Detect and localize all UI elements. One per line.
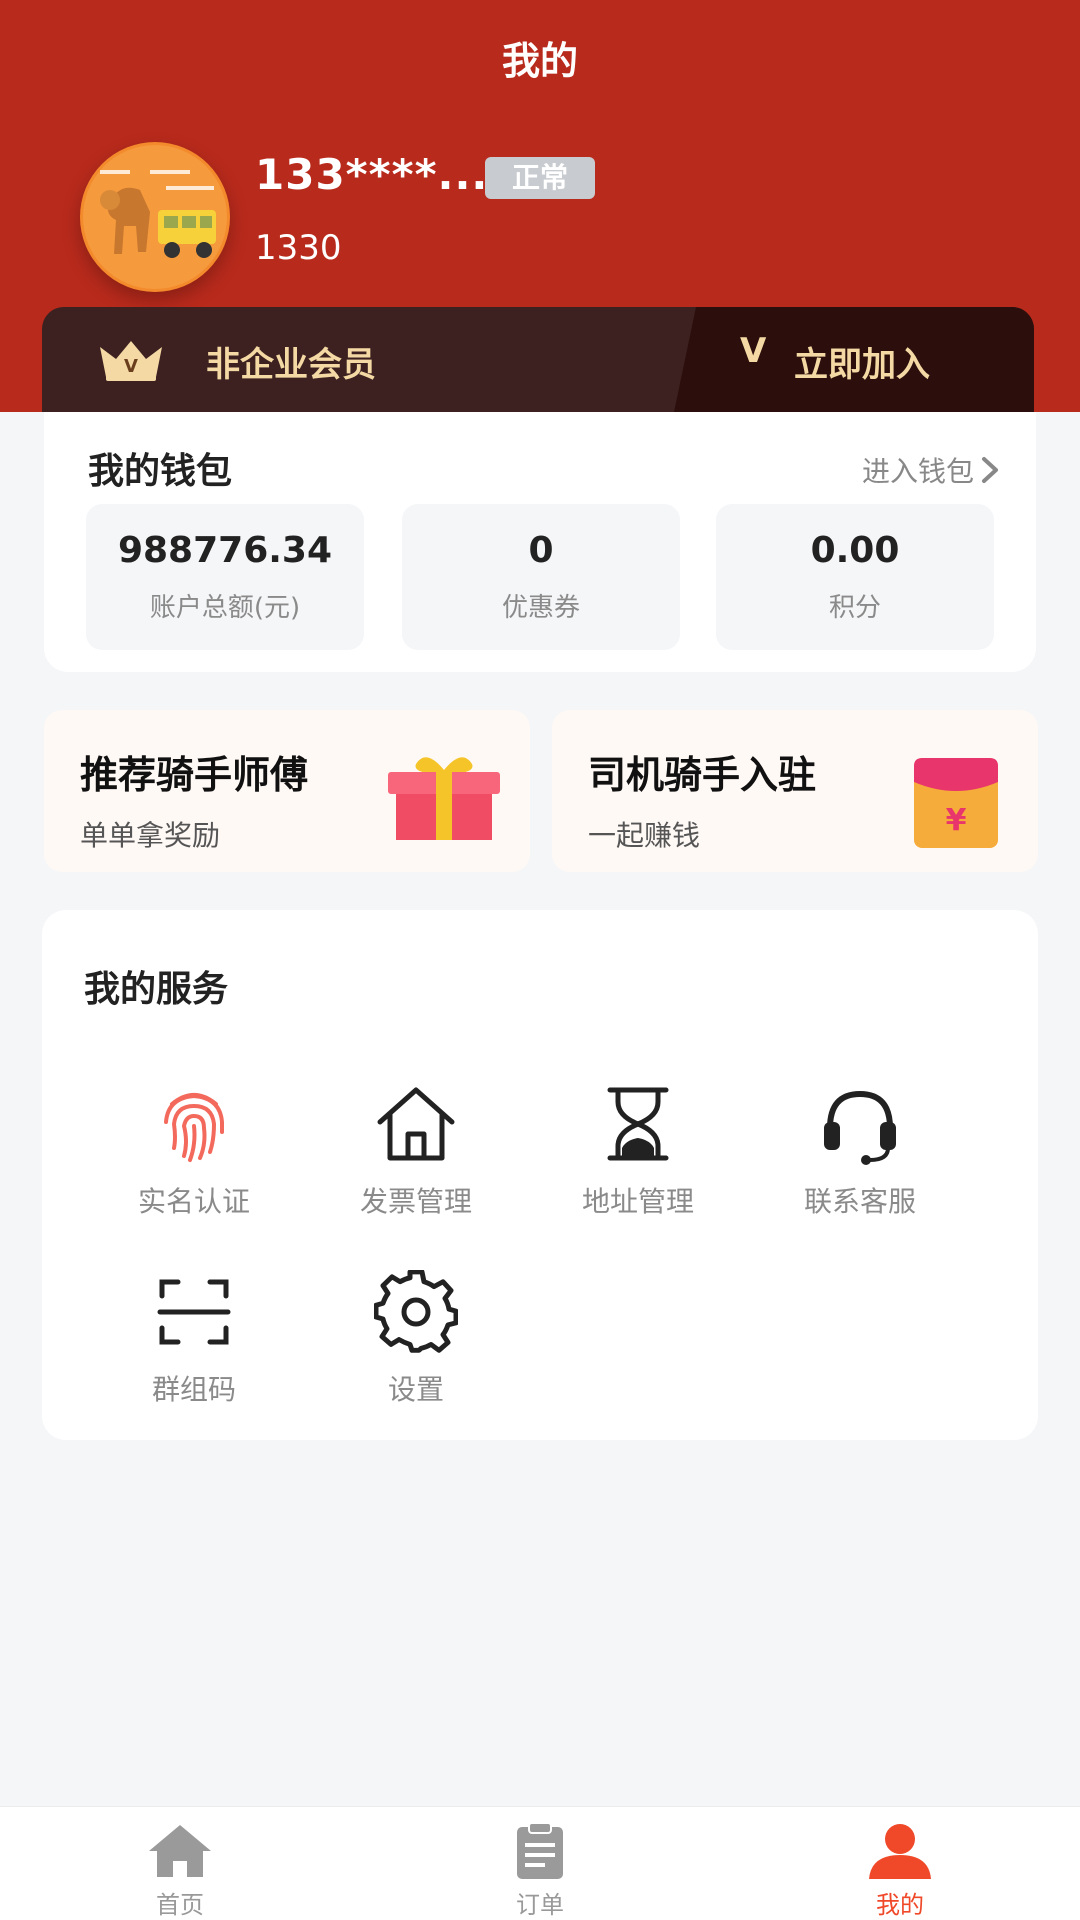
- gift-icon: [388, 757, 500, 840]
- svg-text:¥: ¥: [946, 803, 967, 838]
- svg-text:V: V: [124, 356, 138, 377]
- gear-icon: [374, 1270, 458, 1353]
- service-settings[interactable]: 设置: [316, 1270, 516, 1408]
- wallet-balance[interactable]: 988776.34 账户总额(元): [86, 504, 364, 650]
- status-badge: 正常: [485, 157, 595, 199]
- balance-label: 账户总额(元): [149, 593, 301, 623]
- home-icon: [377, 1087, 455, 1161]
- join-membership-button[interactable]: 立即加入: [794, 337, 930, 386]
- enter-wallet-link[interactable]: 进入钱包: [862, 450, 1002, 490]
- scan-icon: [157, 1279, 231, 1345]
- chevron-right-icon: [982, 457, 998, 483]
- service-address-management[interactable]: 地址管理: [538, 1082, 738, 1220]
- promo-title: 司机骑手入驻: [588, 753, 817, 797]
- v-icon: V: [740, 331, 767, 371]
- service-label: 设置: [387, 1373, 444, 1406]
- clipboard-icon: [517, 1822, 563, 1879]
- promo-subtitle: 一起赚钱: [588, 819, 701, 852]
- tab-orders[interactable]: 订单: [440, 1807, 640, 1920]
- wallet-card: 我的钱包 进入钱包 988776.34 账户总额(元) 0 优惠券 0.00 积…: [44, 412, 1036, 672]
- crown-icon: V: [100, 341, 162, 381]
- page-title: 我的: [501, 39, 578, 83]
- hourglass-icon: [607, 1087, 669, 1161]
- tab-mine[interactable]: 我的: [800, 1807, 1000, 1920]
- user-id: 1330: [255, 228, 342, 268]
- balance-value: 988776.34: [117, 530, 333, 571]
- service-label: 发票管理: [359, 1185, 472, 1218]
- service-contact-support[interactable]: 联系客服: [760, 1082, 960, 1220]
- tab-label: 订单: [516, 1891, 564, 1919]
- tab-label: 我的: [876, 1891, 924, 1919]
- membership-status: 非企业会员: [206, 345, 376, 385]
- points-label: 积分: [828, 593, 881, 623]
- enter-wallet-label: 进入钱包: [861, 455, 974, 488]
- promo-recommend-rider[interactable]: 推荐骑手师傅 单单拿奖励: [44, 710, 530, 872]
- promo-subtitle: 单单拿奖励: [80, 819, 221, 852]
- service-real-name-auth[interactable]: 实名认证: [94, 1082, 294, 1220]
- wallet-coupons[interactable]: 0 优惠券: [402, 504, 680, 650]
- headset-icon: [824, 1090, 896, 1165]
- red-envelope-icon: ¥: [914, 758, 998, 848]
- service-group-code[interactable]: 群组码: [94, 1270, 294, 1408]
- coupons-value: 0: [528, 530, 554, 571]
- service-label: 群组码: [151, 1373, 236, 1406]
- service-label: 实名认证: [137, 1185, 250, 1218]
- home-icon: [149, 1825, 211, 1877]
- coupons-label: 优惠券: [501, 593, 580, 623]
- user-name: 133****...: [255, 150, 489, 199]
- bottom-tab-bar: 首页 订单 我的: [0, 1806, 1080, 1920]
- avatar-image: [80, 142, 230, 292]
- service-label: 联系客服: [803, 1185, 916, 1218]
- service-label: 地址管理: [581, 1185, 694, 1218]
- tab-label: 首页: [156, 1891, 204, 1919]
- wallet-points[interactable]: 0.00 积分: [716, 504, 994, 650]
- services-card: 我的服务 实名认证 发票管理 地址管理 联系客服 群组码 设置: [42, 910, 1038, 1440]
- promo-driver-join[interactable]: 司机骑手入驻 一起赚钱 ¥: [552, 710, 1038, 872]
- service-invoice-management[interactable]: 发票管理: [316, 1082, 516, 1220]
- tab-home[interactable]: 首页: [80, 1807, 280, 1920]
- avatar[interactable]: [80, 142, 230, 292]
- promo-title: 推荐骑手师傅: [80, 753, 309, 797]
- user-icon: [869, 1824, 931, 1879]
- services-title: 我的服务: [84, 969, 229, 1010]
- points-value: 0.00: [810, 530, 900, 571]
- wallet-title: 我的钱包: [88, 451, 233, 492]
- fingerprint-icon: [164, 1093, 224, 1162]
- membership-bar: V 非企业会员 V 立即加入: [42, 307, 1034, 412]
